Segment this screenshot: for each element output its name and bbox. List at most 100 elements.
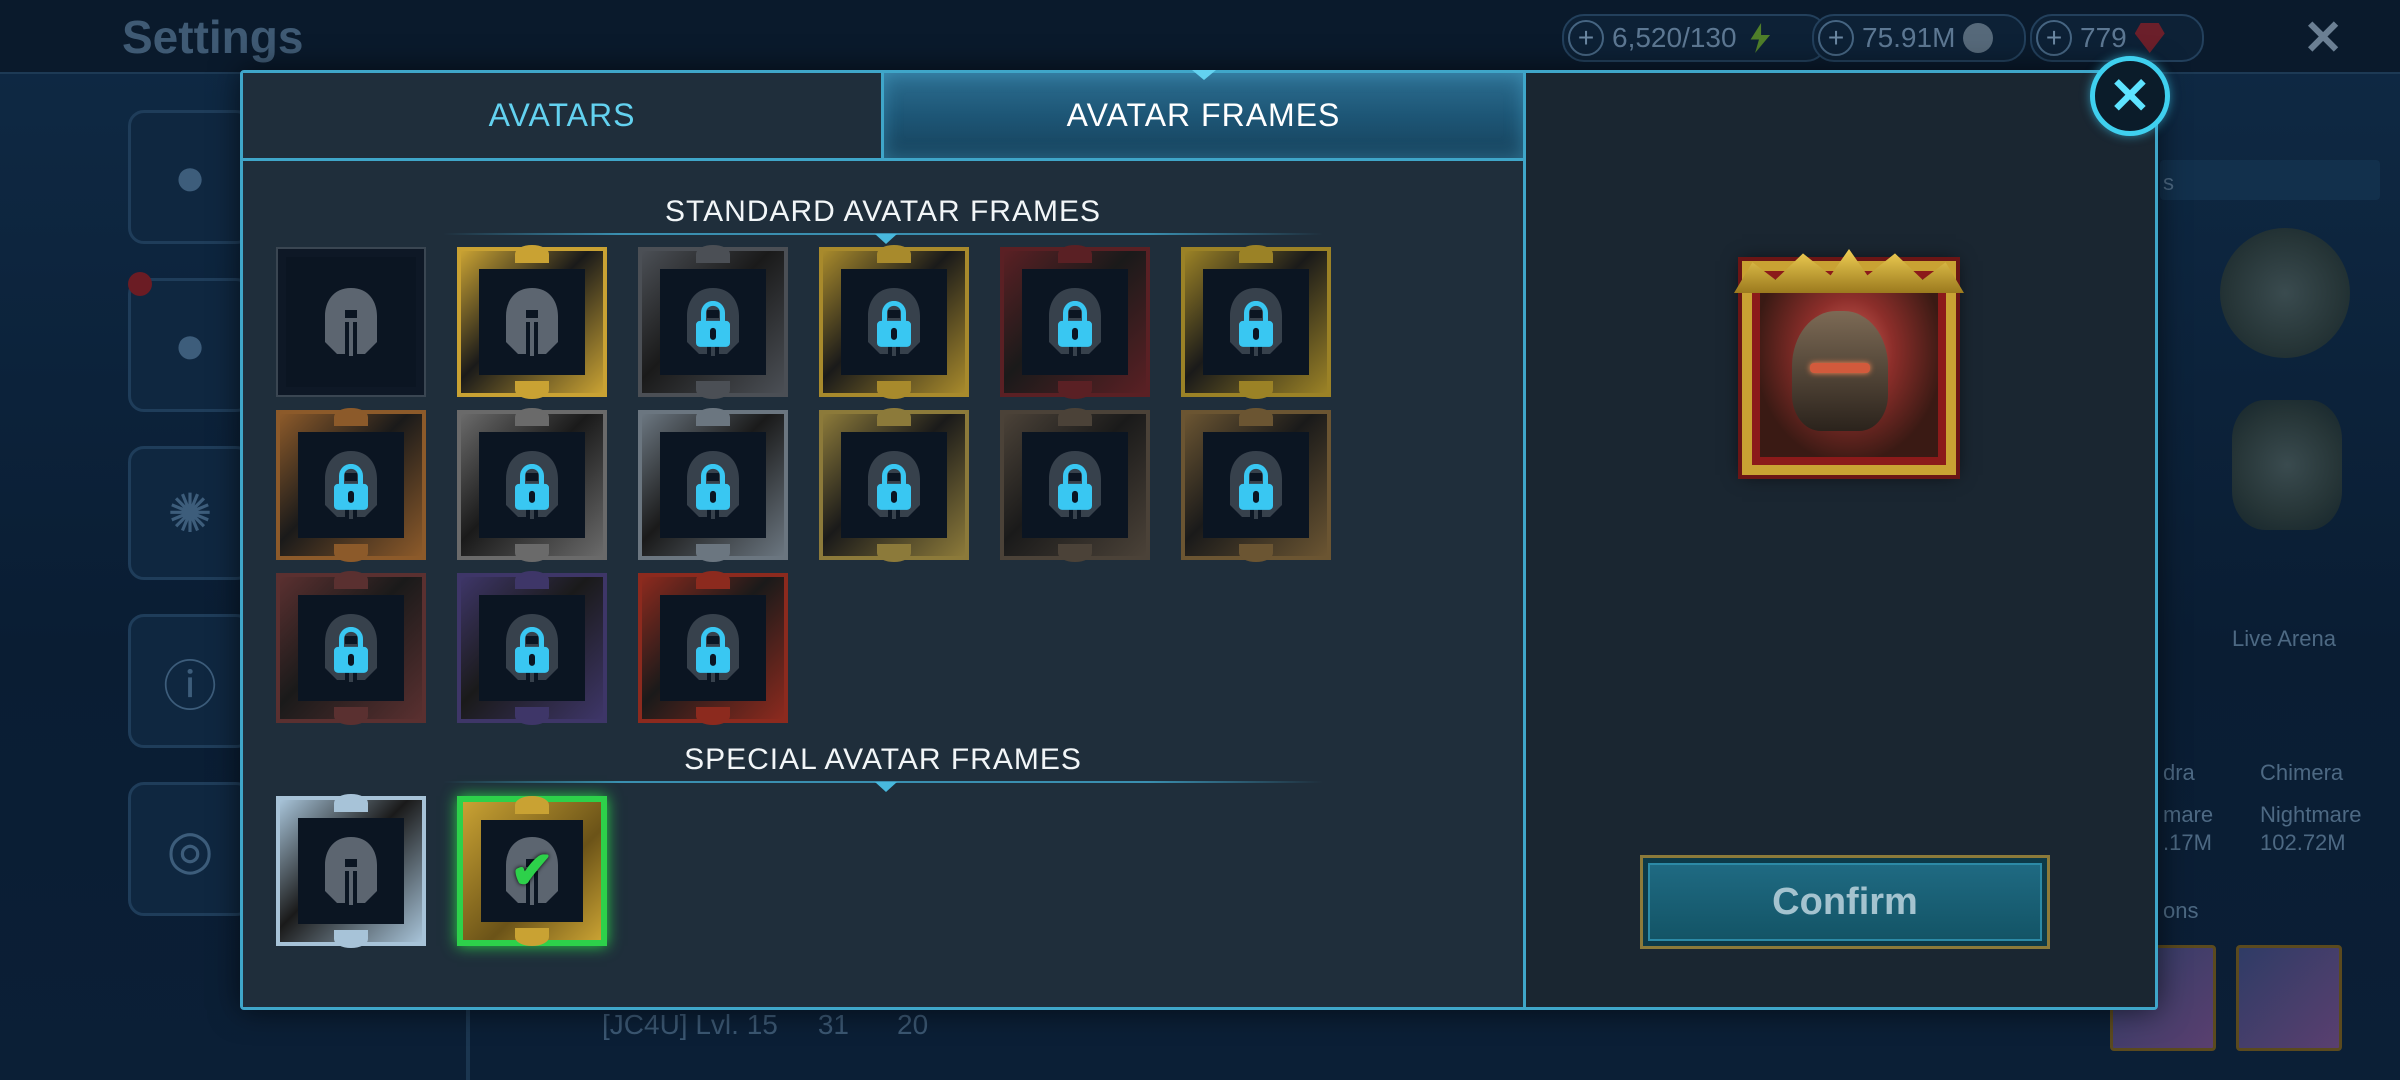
frame-ornament <box>877 408 911 426</box>
frame-ornament <box>515 544 549 562</box>
frame-ornament <box>515 408 549 426</box>
lock-icon <box>1239 300 1273 347</box>
frame-ornament <box>877 544 911 562</box>
silver-resource[interactable]: + 75.91M <box>1812 14 2026 62</box>
avatar-frame-gold-serpent[interactable] <box>457 245 607 399</box>
gear-icon[interactable]: ✺ <box>128 446 252 580</box>
stat-value: 31 <box>817 1009 850 1040</box>
avatar-frame-gold-leaf[interactable] <box>819 245 969 399</box>
difficulty-label: Nightmare <box>2260 802 2362 827</box>
chimera-label: Chimera <box>2260 760 2344 785</box>
profile-icon[interactable]: ● <box>128 110 252 244</box>
close-icon[interactable]: ✕ <box>2090 56 2170 136</box>
frame-ornament <box>334 707 368 725</box>
frame-ornament <box>1239 381 1273 399</box>
frame-ornament <box>696 571 730 589</box>
frame-ornament <box>334 794 368 812</box>
energy-icon <box>1750 23 1771 53</box>
helmet-icon <box>323 286 379 358</box>
checkmark-icon: ✔ <box>510 842 554 900</box>
lock-icon <box>1058 300 1092 347</box>
frame-ornament <box>696 381 730 399</box>
lock-icon <box>515 626 549 673</box>
frame-ornament <box>334 930 368 948</box>
close-settings-icon[interactable]: ✕ <box>2303 10 2343 66</box>
frame-ornament <box>334 544 368 562</box>
avatar-frame-purple-arch[interactable] <box>457 571 607 725</box>
confirm-label: Confirm <box>1648 863 2042 941</box>
special-frames-heading: SPECIAL AVATAR FRAMES <box>684 743 1082 776</box>
frames-pane: AVATARS AVATAR FRAMES STANDARD AVATAR FR… <box>243 70 1523 1007</box>
lock-icon <box>877 300 911 347</box>
avatar-frame-default[interactable] <box>276 247 426 397</box>
frame-ornament <box>1058 381 1092 399</box>
avatar-frame-gold-laurel[interactable]: ✔ <box>457 796 607 946</box>
champion-portrait <box>2236 945 2342 1051</box>
lock-icon <box>877 463 911 510</box>
avatar-frame-dark-spiked[interactable] <box>276 571 426 725</box>
avatar-frame-blue-banner[interactable] <box>819 408 969 562</box>
avatar-frame-gold-claw[interactable] <box>1181 245 1331 399</box>
section-indicator <box>875 782 897 792</box>
avatar-frame-ice[interactable] <box>276 794 426 948</box>
frame-ornament <box>1058 544 1092 562</box>
avatar-frame-chain-scroll[interactable] <box>1000 408 1150 562</box>
frame-ornament <box>334 408 368 426</box>
lock-icon <box>515 463 549 510</box>
gem-resource[interactable]: + 779 <box>2030 14 2204 62</box>
frame-ornament <box>877 381 911 399</box>
helmet-icon <box>504 286 560 358</box>
difficulty-label: mare <box>2163 802 2214 827</box>
frame-ornament <box>515 571 549 589</box>
avatar-frames-dialog: AVATARS AVATAR FRAMES STANDARD AVATAR FR… <box>240 70 2158 1010</box>
frame-ornament <box>696 245 730 263</box>
silver-icon <box>1963 23 1994 53</box>
plus-icon[interactable]: + <box>1568 20 1604 56</box>
top-bar: Settings + 6,520/130 + 75.91M + 779 ✕ <box>0 0 2400 74</box>
avatar-frame-bronze-ornate[interactable] <box>276 408 426 562</box>
score-value: .17M <box>2163 830 2212 855</box>
frame-ornament <box>696 544 730 562</box>
avatar-preview <box>1734 249 1964 475</box>
plus-icon[interactable]: + <box>1818 20 1854 56</box>
stat-value: 20 <box>897 1009 929 1040</box>
tab-avatar-frames-label: AVATAR FRAMES <box>1066 97 1341 133</box>
standard-frames-heading: STANDARD AVATAR FRAMES <box>665 195 1101 228</box>
confirm-button[interactable]: Confirm <box>1640 855 2050 949</box>
frame-ornament <box>515 707 549 725</box>
avatar-frame-dark-skull[interactable] <box>638 245 788 399</box>
info-icon[interactable]: ⓘ <box>128 614 252 748</box>
frame-ornament <box>696 707 730 725</box>
avatar-frame-silver-demon[interactable] <box>638 408 788 562</box>
bg-panel-header <box>2160 160 2380 200</box>
energy-resource[interactable]: + 6,520/130 <box>1562 14 1828 62</box>
gem-icon <box>2134 23 2165 53</box>
section-indicator <box>875 234 897 244</box>
account-icon[interactable]: ● <box>128 278 252 412</box>
frame-ornament <box>515 381 549 399</box>
globe-icon[interactable]: ◎ <box>128 782 252 916</box>
helmet-icon <box>323 835 379 907</box>
active-tab-indicator <box>1191 70 1216 80</box>
tab-avatars[interactable]: AVATARS <box>243 73 881 161</box>
emblem-icon <box>2220 228 2350 358</box>
avatar-frame-gold-tower[interactable] <box>638 571 788 725</box>
frame-ornament <box>1239 544 1273 562</box>
frame-ornament <box>1239 245 1273 263</box>
plus-icon[interactable]: + <box>2036 20 2072 56</box>
silver-value: 75.91M <box>1862 22 1956 53</box>
avatar-frame-red-banner[interactable] <box>457 408 607 562</box>
score-value: 102.72M <box>2260 830 2346 855</box>
avatar-frame-bronze-horn[interactable] <box>1181 408 1331 562</box>
gem-value: 779 <box>2080 22 2127 53</box>
shield-icon <box>2232 400 2342 530</box>
bg-text: s <box>2163 170 2174 195</box>
frame-ornament <box>515 796 549 814</box>
tab-avatar-frames[interactable]: AVATAR FRAMES <box>881 70 1523 161</box>
avatar-frame-red-eye[interactable] <box>1000 245 1150 399</box>
lock-icon <box>696 626 730 673</box>
frame-ornament <box>1058 245 1092 263</box>
lock-icon <box>696 463 730 510</box>
lock-icon <box>696 300 730 347</box>
clan-label: [JC4U] Lvl. 15 <box>602 1009 778 1040</box>
